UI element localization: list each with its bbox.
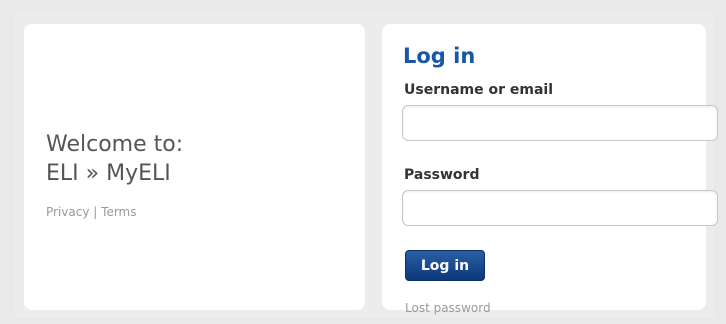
password-label: Password	[404, 167, 480, 183]
privacy-link[interactable]: Privacy	[46, 205, 89, 219]
username-input[interactable]	[402, 105, 718, 141]
login-panel: Log in Username or email Password Log in…	[382, 24, 718, 315]
footer-links: Privacy | Terms	[46, 205, 137, 219]
welcome-line: Welcome to:	[46, 132, 184, 157]
password-input[interactable]	[402, 190, 718, 226]
login-title: Log in	[403, 44, 476, 68]
link-separator: |	[93, 205, 98, 219]
login-button[interactable]: Log in	[405, 250, 485, 281]
welcome-message: Welcome to: ELI » MyELI	[46, 130, 183, 188]
login-page-frame: Welcome to: ELI » MyELI Privacy | Terms …	[14, 12, 718, 318]
welcome-panel: Welcome to: ELI » MyELI Privacy | Terms	[24, 24, 365, 310]
site-name: ELI » MyELI	[46, 161, 171, 186]
lost-password-link[interactable]: Lost password	[405, 301, 491, 315]
username-label: Username or email	[404, 82, 553, 98]
terms-link[interactable]: Terms	[101, 205, 136, 219]
